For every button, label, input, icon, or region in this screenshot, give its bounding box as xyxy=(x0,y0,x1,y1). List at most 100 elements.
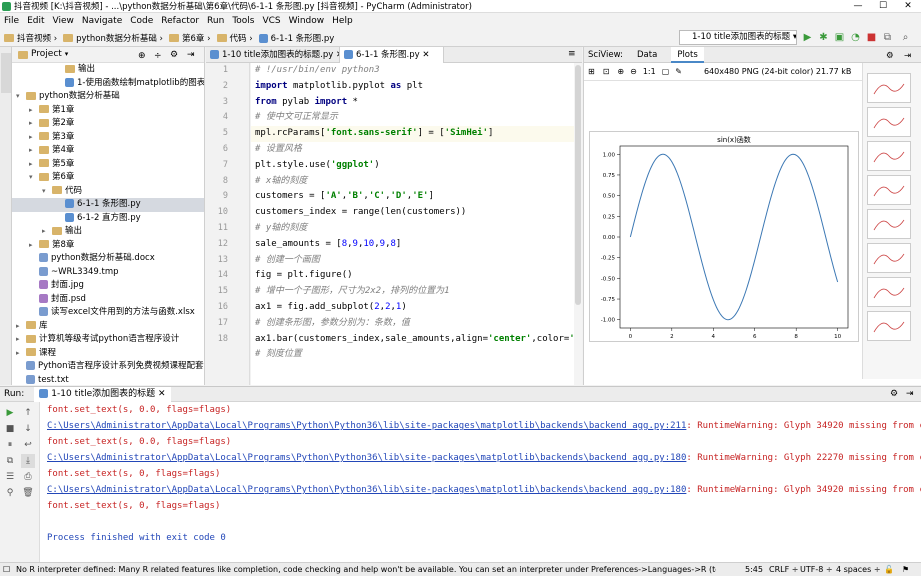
tree-item[interactable]: ▸ 第1章 xyxy=(12,104,204,118)
project-title[interactable]: Project xyxy=(31,47,62,62)
run-config-select[interactable]: 1-10 title添加图表的标题 ▾ xyxy=(679,30,797,45)
chevron-down-icon[interactable]: ▾ xyxy=(65,47,69,62)
breadcrumb-item[interactable]: 代码 › xyxy=(216,32,253,44)
pause-icon[interactable]: ⏸ xyxy=(3,438,17,452)
code-line[interactable]: fig = plt.figure() xyxy=(251,268,582,284)
tree-item[interactable]: ▸ 课程 xyxy=(12,347,204,361)
caret-position[interactable]: 5:45 xyxy=(745,563,763,576)
tree-item[interactable]: ▸ 第5章 xyxy=(12,158,204,172)
menu-window[interactable]: Window xyxy=(289,16,325,26)
tree-item[interactable]: 封面.jpg xyxy=(12,279,204,293)
trash-icon[interactable]: 🗑 xyxy=(21,486,35,500)
tree-item[interactable]: ▸ 输出 xyxy=(12,225,204,239)
tree-item[interactable]: ▾ 代码 xyxy=(12,185,204,199)
tree-item[interactable]: python数据分析基础.docx xyxy=(12,252,204,266)
grid-icon[interactable]: ▢ xyxy=(662,67,670,76)
code-line[interactable]: # 创建条形图，参数分别为：条数，值 xyxy=(251,316,582,332)
vcs-icon[interactable]: ⧉ xyxy=(882,32,893,43)
tree-item[interactable]: ▸ 第3章 xyxy=(12,131,204,145)
menu-file[interactable]: File xyxy=(4,16,19,26)
menu-view[interactable]: View xyxy=(53,16,74,26)
gear-icon[interactable]: ⚙ xyxy=(170,48,178,63)
line-separator[interactable]: CRLF ÷ xyxy=(769,563,798,576)
settings-icon[interactable]: ⚙ xyxy=(886,48,894,64)
tree-item[interactable]: test.txt xyxy=(12,374,204,386)
scroll-thumb[interactable] xyxy=(575,65,581,305)
file-encoding[interactable]: UTF-8 ÷ xyxy=(800,563,833,576)
code-line[interactable]: from pylab import * xyxy=(251,95,582,111)
code-line[interactable]: plt.style.use('ggplot') xyxy=(251,158,582,174)
tree-item[interactable]: ▾ 第6章 xyxy=(12,171,204,185)
tree-item[interactable]: 6-1-1 条形图.py xyxy=(12,198,204,212)
run-icon[interactable]: ▶ xyxy=(802,32,813,43)
hide-icon[interactable]: ⇥ xyxy=(187,48,195,63)
coverage-icon[interactable]: ▣ xyxy=(834,32,845,43)
tab-6-1-1-bar[interactable]: 6-1-1 条形图.py ✕ xyxy=(339,47,444,63)
lock-icon[interactable]: 🔓 xyxy=(884,563,894,576)
notifications-icon[interactable]: ⚑ xyxy=(902,563,909,576)
stop-icon[interactable]: ■ xyxy=(866,32,877,43)
tab-plots[interactable]: Plots xyxy=(671,46,704,63)
tree-item[interactable]: ~WRL3349.tmp xyxy=(12,266,204,280)
tree-item[interactable]: ▸ 第4章 xyxy=(12,144,204,158)
one-to-one-icon[interactable]: 1:1 xyxy=(643,67,656,76)
editor-tabs-menu-icon[interactable]: ≡ xyxy=(568,49,576,59)
console-link[interactable]: C:\Users\Administrator\AppData\Local\Pro… xyxy=(47,453,686,463)
code-line[interactable]: # 增中一个子图形，尺寸为2x2，排列的位置为1 xyxy=(251,284,582,300)
gear-icon[interactable]: ⚙ xyxy=(890,389,898,399)
code-line[interactable]: ax1.bar(customers_index,sale_amounts,ali… xyxy=(251,332,582,348)
code-line[interactable]: mpl.rcParams['font.sans-serif'] = ['SimH… xyxy=(251,126,582,142)
plot-thumbnail[interactable] xyxy=(867,209,911,239)
plot-thumbnail[interactable] xyxy=(867,243,911,273)
plot-thumbnail[interactable] xyxy=(867,311,911,341)
expand-arrow-icon[interactable]: ▸ xyxy=(16,320,26,334)
tab-data[interactable]: Data xyxy=(637,47,657,63)
search-icon[interactable]: ⌕ xyxy=(900,32,911,43)
debug-icon[interactable]: ✱ xyxy=(818,32,829,43)
expand-arrow-icon[interactable]: ▸ xyxy=(16,333,26,347)
menu-code[interactable]: Code xyxy=(130,16,153,26)
profile-icon[interactable]: ◔ xyxy=(850,32,861,43)
breadcrumb-item[interactable]: 第6章 › xyxy=(168,32,211,44)
code-line[interactable]: customers_index = range(len(customers)) xyxy=(251,205,582,221)
plot-thumbnail[interactable] xyxy=(867,73,911,103)
status-message[interactable]: No R interpreter defined: Many R related… xyxy=(16,563,716,576)
rerun-icon[interactable]: ▶ xyxy=(3,406,17,420)
expand-arrow-icon[interactable]: ▸ xyxy=(29,144,39,158)
console-link[interactable]: C:\Users\Administrator\AppData\Local\Pro… xyxy=(47,421,686,431)
zoom-in-icon[interactable]: ⊕ xyxy=(617,67,624,76)
tree-item[interactable]: 封面.psd xyxy=(12,293,204,307)
tab-1-10-title[interactable]: 1-10 title添加图表的标题.py ✕ xyxy=(206,47,343,63)
wrap-icon[interactable]: ↩ xyxy=(21,438,35,452)
code-line[interactable]: # 设置风格 xyxy=(251,142,582,158)
print-icon[interactable]: ⎙ xyxy=(21,470,35,484)
maximize-button[interactable]: ☐ xyxy=(872,0,894,12)
restore-layout-icon[interactable]: ⧉ xyxy=(3,454,17,468)
breadcrumb-item[interactable]: 抖音视频 › xyxy=(4,32,57,44)
close-button[interactable]: ✕ xyxy=(897,0,919,12)
stop-icon[interactable]: ■ xyxy=(3,422,17,436)
plot-thumbnail[interactable] xyxy=(867,141,911,171)
expand-arrow-icon[interactable]: ▾ xyxy=(42,185,52,199)
tree-item[interactable]: 输出 xyxy=(12,63,204,77)
tree-item[interactable]: ▸ 第8章 xyxy=(12,239,204,253)
actual-size-icon[interactable]: ⊡ xyxy=(603,67,610,76)
run-console[interactable]: font.set_text(s, 0.0, flags=flags) C:\Use… xyxy=(40,402,921,562)
split-icon[interactable]: ÷ xyxy=(154,49,162,64)
down-icon[interactable]: ↓ xyxy=(21,422,35,436)
up-icon[interactable]: ↑ xyxy=(21,406,35,420)
indent-setting[interactable]: 4 spaces ÷ xyxy=(836,563,881,576)
scroll-end-icon[interactable]: ⤓ xyxy=(21,454,35,468)
zoom-out-icon[interactable]: ⊖ xyxy=(630,67,637,76)
breadcrumb-item[interactable]: python数据分析基础 › xyxy=(63,32,163,44)
code-line[interactable]: # x轴的刻度 xyxy=(251,174,582,190)
expand-arrow-icon[interactable]: ▸ xyxy=(42,225,52,239)
hide-icon[interactable]: ⇥ xyxy=(906,389,914,399)
plot-thumbnail[interactable] xyxy=(867,277,911,307)
expand-arrow-icon[interactable]: ▸ xyxy=(29,104,39,118)
code-line[interactable]: sale_amounts = [8,9,10,9,8] xyxy=(251,237,582,253)
expand-arrow-icon[interactable]: ▸ xyxy=(29,131,39,145)
plot-thumbnail[interactable] xyxy=(867,175,911,205)
console-link[interactable]: C:\Users\Administrator\AppData\Local\Pro… xyxy=(47,485,686,495)
breadcrumb-item[interactable]: 6-1-1 条形图.py xyxy=(258,32,334,44)
